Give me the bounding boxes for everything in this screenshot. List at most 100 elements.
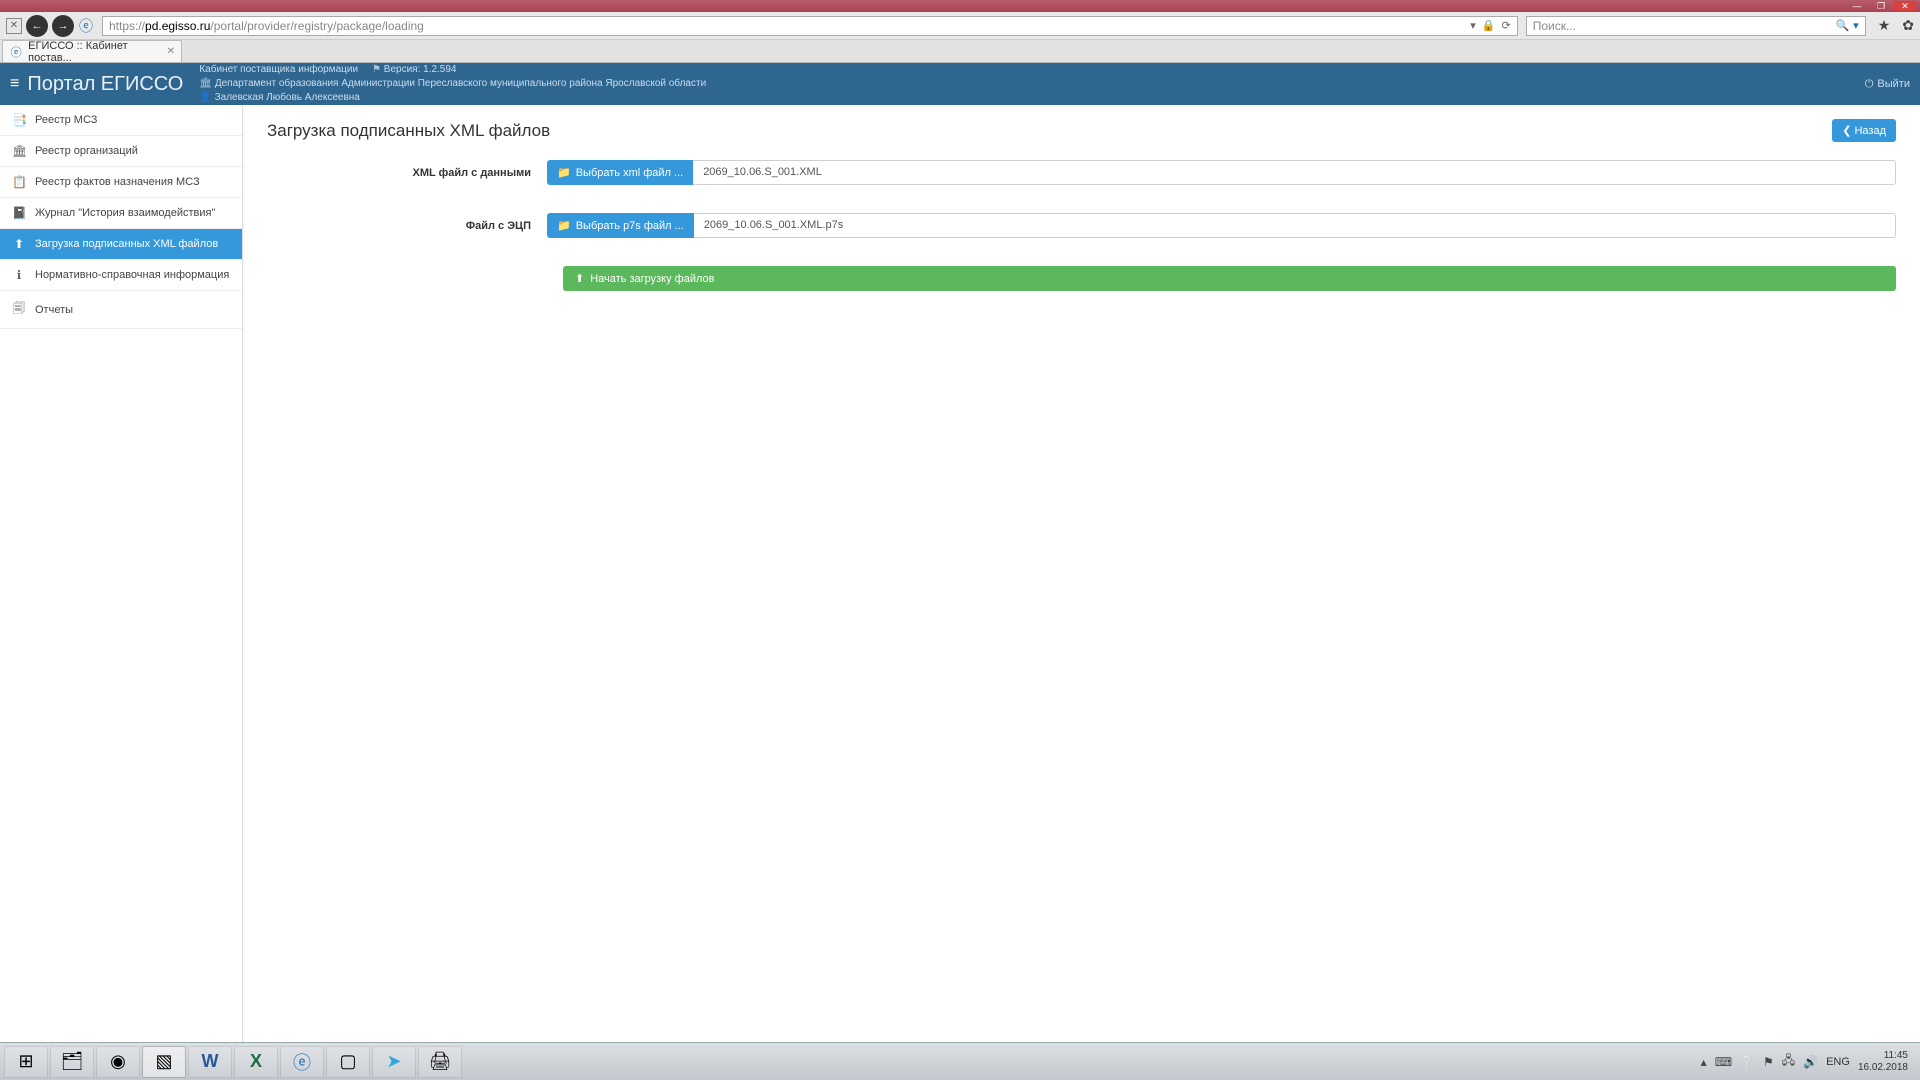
cabinet-label: Кабинет поставщика информации xyxy=(199,64,358,76)
search-icon[interactable]: 🔍 xyxy=(1835,19,1849,32)
start-button[interactable]: ⊞ xyxy=(4,1046,48,1078)
info-icon: ℹ xyxy=(12,268,26,282)
sidebar-item-label: Нормативно-справочная информация xyxy=(35,269,229,281)
choose-p7s-button[interactable]: 📁 Выбрать p7s файл ... xyxy=(547,213,694,238)
org-icon: 🏛 xyxy=(12,144,26,158)
lock-icon: 🔒 xyxy=(1482,19,1496,32)
back-label: Назад xyxy=(1854,125,1886,137)
tray-time: 11:45 xyxy=(1858,1050,1908,1062)
nav-forward-button[interactable]: → xyxy=(52,15,74,37)
taskbar-word[interactable]: W xyxy=(188,1046,232,1078)
sidebar-item-upload-xml[interactable]: ⬆Загрузка подписанных XML файлов xyxy=(0,229,242,260)
tray-network-icon[interactable]: 🖧 xyxy=(1782,1051,1795,1072)
window-titlebar: — ❐ ✕ xyxy=(0,0,1920,12)
logout-button[interactable]: ⏻ Выйти xyxy=(1865,78,1910,91)
header-info: Кабинет поставщика информации ⚑ Версия: … xyxy=(199,64,706,104)
tray-help-icon[interactable]: ❔ xyxy=(1740,1055,1755,1069)
page-title: Загрузка подписанных XML файлов xyxy=(267,121,550,141)
form-row-p7s: Файл с ЭЦП 📁 Выбрать p7s файл ... 2069_10… xyxy=(267,213,1896,238)
tray-volume-icon[interactable]: 🔊 xyxy=(1803,1055,1818,1069)
search-dropdown-icon[interactable]: ▾ xyxy=(1853,19,1859,32)
refresh-icon[interactable]: ⟳ xyxy=(1501,19,1510,32)
taskbar-explorer[interactable]: 🗂 xyxy=(50,1046,94,1078)
sidebar-item-reports[interactable]: 🗐 Отчеты xyxy=(0,291,242,329)
window-minimize[interactable]: — xyxy=(1846,1,1868,11)
start-upload-button[interactable]: ⬆ Начать загрузку файлов xyxy=(563,266,1896,291)
building-icon: 🏛 xyxy=(199,78,214,89)
favorite-icon[interactable]: ★ xyxy=(1878,17,1891,34)
sidebar-item-label: Реестр МСЗ xyxy=(35,114,97,126)
window-maximize[interactable]: ❐ xyxy=(1870,1,1892,11)
taskbar-app1[interactable]: ▧ xyxy=(142,1046,186,1078)
upload-icon: ⬆ xyxy=(575,272,584,285)
tab-favicon-icon: ⓔ xyxy=(9,44,23,60)
sidebar-item-label: Отчеты xyxy=(35,304,73,316)
url-host: pd.egisso.ru xyxy=(145,19,210,33)
choose-xml-button[interactable]: 📁 Выбрать xml файл ... xyxy=(547,160,693,185)
tray-keyboard-icon[interactable]: ⌨ xyxy=(1715,1055,1732,1069)
tray-clock[interactable]: 11:45 16.02.2018 xyxy=(1858,1050,1908,1074)
version-label: Версия: 1.2.594 xyxy=(384,64,457,75)
folder-icon: 📁 xyxy=(557,219,571,232)
taskbar-ie[interactable]: ⓔ xyxy=(280,1046,324,1078)
choose-xml-label: Выбрать xml файл ... xyxy=(576,167,683,179)
windows-taskbar: ⊞ 🗂 ◉ ▧ W X ⓔ ▢ ➤ 🖨 ▴ ⌨ ❔ ⚑ 🖧 🔊 ENG 11:4… xyxy=(0,1042,1920,1080)
chevron-left-icon: ❮ xyxy=(1842,124,1851,137)
user-icon: 👤 xyxy=(199,92,214,103)
power-icon: ⏻ xyxy=(1865,78,1874,91)
url-protocol: https:// xyxy=(109,19,145,33)
p7s-file-value: 2069_10.06.S_001.XML.p7s xyxy=(694,213,1896,238)
app-header: ≡ Портал ЕГИССО Кабинет поставщика инфор… xyxy=(0,63,1920,105)
sidebar-item-reference[interactable]: ℹ Нормативно-справочная информация xyxy=(0,260,242,291)
nav-back-button[interactable]: ← xyxy=(26,15,48,37)
taskbar-excel[interactable]: X xyxy=(234,1046,278,1078)
sidebar-item-journal[interactable]: 📓Журнал "История взаимодействия" xyxy=(0,198,242,229)
portal-title: Портал ЕГИССО xyxy=(27,73,183,96)
sidebar-item-facts-registry[interactable]: 📋 Реестр фактов назначения МСЗ xyxy=(0,167,242,198)
tab-close-icon[interactable]: ✕ xyxy=(167,46,175,57)
registry-icon: 📑 xyxy=(12,113,26,127)
search-placeholder: Поиск... xyxy=(1533,19,1576,33)
form-row-xml: XML файл с данными 📁 Выбрать xml файл ...… xyxy=(267,160,1896,185)
folder-icon: 📁 xyxy=(557,166,571,179)
sidebar-item-org-registry[interactable]: 🏛Реестр организаций xyxy=(0,136,242,167)
facts-icon: 📋 xyxy=(12,175,26,189)
back-button[interactable]: ❮Назад xyxy=(1832,119,1896,142)
xml-file-label: XML файл с данными xyxy=(267,167,547,179)
taskbar-app2[interactable]: ▢ xyxy=(326,1046,370,1078)
org-label: Департамент образования Администрации Пе… xyxy=(215,78,706,89)
browser-tab[interactable]: ⓔ ЕГИССО :: Кабинет постав... ✕ xyxy=(2,40,182,62)
sidebar-item-label: Реестр фактов назначения МСЗ xyxy=(35,176,200,188)
sidebar: 📑 Реестр МСЗ 🏛Реестр организаций 📋 Реестр … xyxy=(0,105,243,1042)
browser-tabstrip: ⓔ ЕГИССО :: Кабинет постав... ✕ xyxy=(0,40,1920,63)
tray-flag-icon[interactable]: ⚑ xyxy=(1763,1055,1774,1069)
address-bar[interactable]: https://pd.egisso.ru/portal/provider/reg… xyxy=(102,16,1518,36)
tray-lang[interactable]: ENG xyxy=(1826,1056,1850,1068)
xml-file-value: 2069_10.06.S_001.XML xyxy=(693,160,1896,185)
taskbar-chrome[interactable]: ◉ xyxy=(96,1046,140,1078)
tab-title: ЕГИССО :: Кабинет постав... xyxy=(28,40,157,64)
choose-p7s-label: Выбрать p7s файл ... xyxy=(576,220,684,232)
browser-toolbar: ✕ ← → ⓔ https://pd.egisso.ru/portal/prov… xyxy=(0,12,1920,40)
tray-chevron-icon[interactable]: ▴ xyxy=(1701,1055,1707,1069)
settings-icon[interactable]: ✿ xyxy=(1902,17,1914,34)
tray-date: 16.02.2018 xyxy=(1858,1062,1908,1074)
taskbar-telegram[interactable]: ➤ xyxy=(372,1046,416,1078)
dropdown-icon[interactable]: ▾ xyxy=(1470,19,1476,32)
reports-icon: 🗐 xyxy=(12,299,26,320)
user-label: Залевская Любовь Алексеевна xyxy=(215,92,360,103)
search-input[interactable]: Поиск... 🔍 ▾ xyxy=(1526,16,1866,36)
taskbar-app3[interactable]: 🖨 xyxy=(418,1046,462,1078)
url-path: /portal/provider/registry/package/loadin… xyxy=(210,19,423,33)
upload-label: Начать загрузку файлов xyxy=(590,273,714,285)
p7s-file-label: Файл с ЭЦП xyxy=(267,220,547,232)
flag-icon: ⚑ xyxy=(372,64,384,75)
sidebar-item-msz-registry[interactable]: 📑 Реестр МСЗ xyxy=(0,105,242,136)
browser-stop-icon[interactable]: ✕ xyxy=(6,18,22,34)
menu-toggle-icon[interactable]: ≡ xyxy=(10,75,19,93)
ie-logo-icon: ⓔ xyxy=(78,18,94,34)
journal-icon: 📓 xyxy=(12,206,26,220)
window-close[interactable]: ✕ xyxy=(1894,1,1916,11)
sidebar-item-label: Загрузка подписанных XML файлов xyxy=(35,238,218,250)
system-tray: ▴ ⌨ ❔ ⚑ 🖧 🔊 ENG 11:45 16.02.2018 xyxy=(1701,1050,1916,1074)
